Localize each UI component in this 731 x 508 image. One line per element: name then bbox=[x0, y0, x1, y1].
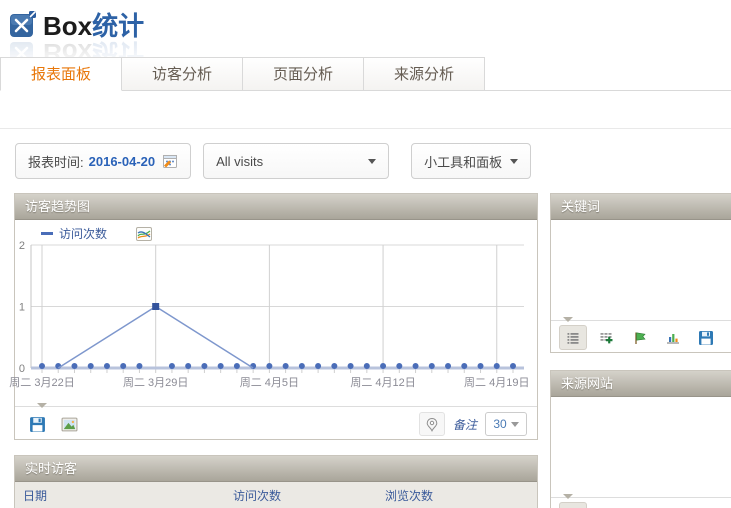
svg-text:周二 4月19日: 周二 4月19日 bbox=[464, 376, 529, 389]
rows-count-value: 30 bbox=[493, 417, 506, 431]
column-header-date[interactable]: 日期 bbox=[23, 482, 47, 508]
svg-text:周二 3月29日: 周二 3月29日 bbox=[123, 376, 188, 389]
export-controls bbox=[25, 413, 81, 435]
tab-report-dashboard[interactable]: 报表面板 bbox=[0, 57, 122, 91]
widgets-and-dashboard-button[interactable]: 小工具和面板 bbox=[411, 143, 531, 179]
svg-text:周二 4月5日: 周二 4月5日 bbox=[240, 376, 299, 389]
export-image-icon[interactable] bbox=[57, 413, 81, 435]
export-data-icon[interactable] bbox=[693, 326, 719, 349]
collapse-handle-icon[interactable] bbox=[37, 403, 47, 408]
svg-text:0: 0 bbox=[19, 363, 25, 375]
caret-down-icon bbox=[368, 159, 376, 164]
column-header-pageviews[interactable]: 浏览次数 bbox=[385, 482, 433, 508]
y-axis-labels: 0 1 2 bbox=[19, 240, 25, 375]
view-bar-chart-icon[interactable] bbox=[660, 503, 686, 508]
svg-text:2: 2 bbox=[19, 240, 25, 252]
visits-evolution-chart: 访问次数 012周二 3月22日周二 3月29日周二 4月5日周二 4月12日周… bbox=[15, 220, 537, 406]
caret-down-icon bbox=[510, 159, 518, 164]
legend-series-label: 访问次数 bbox=[59, 225, 107, 242]
legend-line-swatch bbox=[41, 232, 53, 235]
svg-text:1: 1 bbox=[19, 302, 25, 314]
view-bar-chart-icon[interactable] bbox=[660, 326, 686, 349]
view-table-icon[interactable] bbox=[559, 325, 587, 350]
widget-keywords: 关键词 bbox=[550, 193, 731, 353]
filter-bar: 报表时间: 2016-04-20 All visits 小工具和面板 bbox=[15, 143, 531, 181]
main-tabs: 报表面板 访客分析 页面分析 来源分析 bbox=[0, 57, 731, 91]
tab-visitor-analysis[interactable]: 访客分析 bbox=[122, 57, 243, 90]
rows-count-select[interactable]: 30 bbox=[485, 412, 527, 436]
widget-keywords-header[interactable]: 关键词 bbox=[551, 194, 731, 220]
footer-divider bbox=[551, 497, 731, 498]
widget-visits-trend: 访客趋势图 访问次数 012周二 3月22日周二 3月29日周二 4月5日周二 … bbox=[14, 193, 538, 440]
x-axis-labels: 周二 3月22日 周二 3月29日 周二 4月5日 周二 4月12日 周二 4月19日 bbox=[9, 376, 529, 389]
chart-gridlines bbox=[31, 245, 524, 373]
peak-marker bbox=[152, 303, 159, 310]
view-all-columns-icon[interactable] bbox=[594, 503, 620, 508]
view-all-columns-icon[interactable] bbox=[594, 326, 620, 349]
segment-selector[interactable]: All visits bbox=[203, 143, 389, 179]
logo-area: Box统计 Box统计 bbox=[10, 6, 144, 43]
metric-picker-icon[interactable] bbox=[135, 226, 153, 242]
date-range-value: 2016-04-20 bbox=[89, 154, 156, 169]
view-goals-icon[interactable] bbox=[627, 503, 653, 508]
collapse-handle-icon[interactable] bbox=[563, 494, 573, 499]
footer-divider bbox=[551, 320, 731, 321]
tab-referrer-analysis[interactable]: 来源分析 bbox=[364, 57, 485, 90]
widget-referrers-header[interactable]: 来源网站 bbox=[551, 371, 731, 397]
annotations-link[interactable]: 备注 bbox=[453, 416, 477, 433]
column-header-visits[interactable]: 访问次数 bbox=[233, 482, 281, 508]
chart-legend: 访问次数 bbox=[41, 225, 153, 242]
widget-realtime-header[interactable]: 实时访客 bbox=[15, 456, 537, 482]
chart-options: 备注 30 bbox=[419, 412, 527, 436]
footer-divider bbox=[15, 406, 537, 407]
logo-box-icon bbox=[10, 11, 37, 38]
dashboard-page: Box统计 Box统计 报表面板 访客分析 页面分析 来源分析 报表时间: 20… bbox=[0, 0, 731, 508]
caret-down-icon bbox=[511, 422, 519, 427]
realtime-table-header: 日期 访问次数 浏览次数 bbox=[15, 482, 537, 508]
referrers-view-controls bbox=[551, 498, 731, 508]
date-range-button[interactable]: 报表时间: 2016-04-20 bbox=[15, 143, 191, 179]
trend-footer: 备注 30 bbox=[15, 407, 537, 441]
tab-page-analysis[interactable]: 页面分析 bbox=[243, 57, 364, 90]
export-data-icon[interactable] bbox=[25, 413, 49, 435]
date-range-label: 报表时间: bbox=[28, 152, 84, 171]
section-divider bbox=[0, 128, 731, 129]
calendar-icon bbox=[162, 153, 178, 169]
svg-text:周二 4月12日: 周二 4月12日 bbox=[350, 376, 415, 389]
collapse-handle-icon[interactable] bbox=[563, 317, 573, 322]
widget-visits-trend-header[interactable]: 访客趋势图 bbox=[15, 194, 537, 220]
annotation-pin-icon[interactable] bbox=[419, 412, 445, 436]
view-goals-icon[interactable] bbox=[627, 326, 653, 349]
keywords-view-controls bbox=[551, 321, 731, 354]
export-data-icon[interactable] bbox=[693, 503, 719, 508]
referrers-empty-body bbox=[551, 397, 731, 497]
view-table-icon[interactable] bbox=[559, 502, 587, 508]
widget-referrer-websites: 来源网站 bbox=[550, 370, 731, 508]
segment-value: All visits bbox=[216, 154, 263, 169]
widgets-button-label: 小工具和面板 bbox=[424, 152, 502, 171]
trend-chart-svg: 012周二 3月22日周二 3月29日周二 4月5日周二 4月12日周二 4月1… bbox=[15, 220, 537, 406]
widget-realtime-visitors: 实时访客 日期 访问次数 浏览次数 bbox=[14, 455, 538, 508]
svg-text:周二 3月22日: 周二 3月22日 bbox=[9, 376, 74, 389]
keywords-empty-body bbox=[551, 220, 731, 320]
